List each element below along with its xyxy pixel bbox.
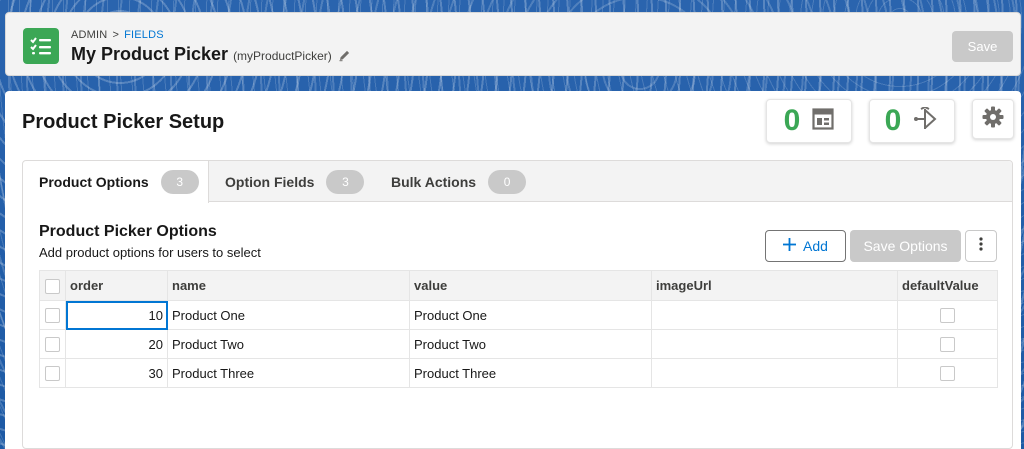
cell-value[interactable]: Product One: [409, 300, 652, 330]
default-value-checkbox[interactable]: [940, 337, 955, 353]
cell-defaultvalue: [897, 300, 998, 330]
default-value-checkbox[interactable]: [940, 308, 955, 324]
row-select-cell: [39, 300, 66, 330]
column-header-name[interactable]: name: [167, 270, 410, 301]
cell-name[interactable]: Product One: [167, 300, 410, 330]
pencil-icon[interactable]: [338, 49, 351, 67]
cell-defaultvalue: [897, 358, 998, 388]
cell-order[interactable]: 20: [65, 329, 168, 359]
cell-order[interactable]: 10: [65, 300, 168, 330]
layout-icon: [812, 107, 834, 135]
breadcrumb-root: ADMIN: [71, 29, 108, 41]
tab-count-badge: 3: [326, 169, 365, 194]
metric-layout[interactable]: 0: [766, 99, 852, 143]
tab-bar: Product Options 3 Option Fields 3 Bulk A…: [23, 161, 1012, 203]
breadcrumb-link-fields[interactable]: FIELDS: [124, 29, 164, 41]
cell-imageurl[interactable]: [651, 300, 898, 330]
tabset: Product Options 3 Option Fields 3 Bulk A…: [22, 160, 1013, 449]
table-row: 30 Product Three Product Three: [39, 358, 998, 388]
cell-order[interactable]: 30: [65, 358, 168, 388]
column-header-defaultvalue[interactable]: defaultValue: [897, 270, 998, 301]
add-option-button[interactable]: Add: [765, 230, 846, 262]
options-table: order name value imageUrl defaultValue 1…: [39, 270, 998, 388]
cell-value[interactable]: Product Three: [409, 358, 652, 388]
row-select-cell: [39, 358, 66, 388]
metric-flow[interactable]: 0: [869, 99, 955, 143]
breadcrumb: ADMIN > FIELDS: [71, 29, 164, 41]
cell-imageurl[interactable]: [651, 329, 898, 359]
tab-label: Bulk Actions: [391, 173, 477, 190]
cell-name[interactable]: Product Three: [167, 358, 410, 388]
tab-label: Product Options: [39, 174, 149, 190]
page-title: My Product Picker: [71, 44, 229, 64]
more-actions-button[interactable]: [965, 230, 997, 262]
tab-product-options[interactable]: Product Options 3: [23, 161, 209, 203]
table-row: 10 Product One Product One: [39, 300, 998, 330]
section-subtitle: Add product options for users to select: [39, 245, 261, 260]
breadcrumb-separator: >: [112, 29, 120, 41]
tab-label: Option Fields: [225, 173, 315, 190]
column-header-order[interactable]: order: [65, 270, 168, 301]
tab-option-fields[interactable]: Option Fields 3: [209, 161, 377, 202]
table-header-row: order name value imageUrl defaultValue: [39, 270, 998, 301]
tab-count-badge: 0: [488, 169, 527, 194]
save-options-button[interactable]: Save Options: [850, 230, 961, 262]
row-select-cell: [39, 329, 66, 359]
row-checkbox[interactable]: [45, 308, 60, 324]
flow-icon: [913, 105, 939, 136]
select-all-cell: [39, 270, 66, 301]
tab-bulk-actions[interactable]: Bulk Actions 0: [375, 161, 535, 202]
main-card: Product Picker Setup 0 0 Product Options…: [5, 91, 1021, 449]
title-row: My Product Picker (myProductPicker): [71, 44, 351, 65]
page-header: ADMIN > FIELDS My Product Picker (myProduc…: [5, 12, 1021, 76]
cell-name[interactable]: Product Two: [167, 329, 410, 359]
row-checkbox[interactable]: [45, 337, 60, 353]
setup-title: Product Picker Setup: [22, 111, 225, 133]
api-name: (myProductPicker): [233, 49, 332, 63]
row-checkbox[interactable]: [45, 366, 60, 382]
section-title: Product Picker Options: [39, 223, 217, 240]
cell-imageurl[interactable]: [651, 358, 898, 388]
add-option-label: Add: [803, 238, 828, 254]
metric-flow-value: 0: [884, 104, 902, 137]
default-value-checkbox[interactable]: [940, 366, 955, 382]
column-header-imageurl[interactable]: imageUrl: [651, 270, 898, 301]
column-header-value[interactable]: value: [409, 270, 652, 301]
save-button[interactable]: Save: [952, 31, 1013, 62]
settings-button[interactable]: [972, 99, 1014, 139]
kebab-menu-icon: [979, 236, 983, 256]
table-row: 20 Product Two Product Two: [39, 329, 998, 359]
plus-icon: [783, 238, 797, 254]
list-check-icon: [23, 28, 59, 64]
cell-value[interactable]: Product Two: [409, 329, 652, 359]
gear-icon: [982, 106, 1004, 133]
metric-layout-value: 0: [783, 104, 801, 137]
cell-defaultvalue: [897, 329, 998, 359]
select-all-checkbox[interactable]: [45, 278, 60, 294]
tab-count-badge: 3: [160, 170, 199, 194]
